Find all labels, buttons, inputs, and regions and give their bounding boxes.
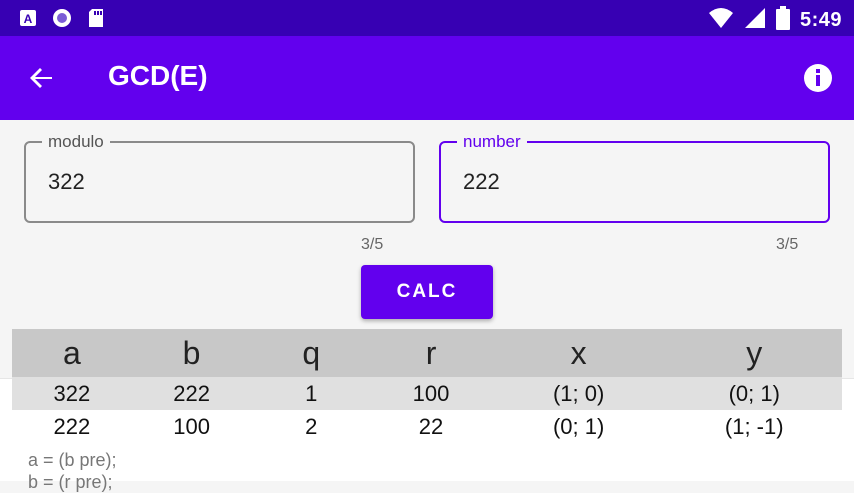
table-cell: (1; -1) — [724, 413, 784, 439]
status-time: 5:49 — [799, 9, 842, 31]
header-r: r — [425, 334, 437, 371]
table-cell: 222 — [173, 380, 210, 406]
modulo-field[interactable]: modulo — [24, 132, 415, 223]
modulo-input[interactable] — [48, 169, 388, 195]
sd-card-icon — [86, 8, 106, 28]
table-cell: 322 — [53, 380, 91, 406]
header-b: b — [182, 334, 201, 371]
status-left-icons: A — [18, 8, 106, 28]
modulo-label: modulo — [42, 132, 110, 152]
note-line: b = (r pre); — [28, 472, 113, 492]
number-label: number — [457, 132, 527, 152]
header-a: a — [62, 334, 81, 371]
table-cell: (1; 0) — [552, 380, 605, 406]
number-field[interactable]: number — [439, 132, 830, 223]
circle-dot-icon — [52, 8, 72, 28]
info-icon — [804, 64, 832, 92]
header-x: x — [570, 334, 587, 371]
number-counter: 3/5 — [776, 236, 799, 253]
svg-text:A: A — [24, 12, 33, 26]
arrow-back-icon — [30, 68, 52, 88]
calc-button[interactable]: CALC — [361, 265, 493, 319]
table-cell: (0; 1) — [728, 380, 780, 406]
page-title: GCD(E) — [108, 60, 208, 91]
signal-icon — [744, 7, 766, 34]
table-cell: 22 — [418, 413, 444, 439]
number-input[interactable] — [463, 169, 803, 195]
table-cell: 1 — [305, 380, 318, 406]
table-header: a b q r x y — [12, 329, 842, 377]
back-button[interactable] — [22, 58, 62, 98]
app-bar: GCD(E) — [0, 36, 854, 120]
table-row: 322 222 1 100 (1; 0) (0; 1) — [12, 377, 842, 410]
table-cell: 2 — [305, 413, 318, 439]
table-cell: 222 — [53, 413, 91, 439]
note-line: a = (b pre); — [28, 450, 117, 470]
table-row: 222 100 2 22 (0; 1) (1; -1) — [12, 410, 842, 443]
table-cell: 100 — [173, 413, 210, 439]
accessibility-icon: A — [18, 8, 38, 28]
header-q: q — [302, 334, 321, 371]
status-right-icons: 5:49 — [708, 6, 842, 35]
table-cell: 100 — [412, 380, 450, 406]
results-table: a b q r x y 322 222 1 100 (1; 0) (0; 1) … — [12, 329, 842, 443]
modulo-counter: 3/5 — [361, 236, 384, 253]
battery-icon — [775, 6, 790, 35]
header-y: y — [746, 334, 763, 371]
wifi-icon — [708, 7, 734, 34]
info-button[interactable] — [800, 60, 836, 96]
table-cell: (0; 1) — [552, 413, 605, 439]
status-bar: A 5:49 — [0, 0, 854, 36]
